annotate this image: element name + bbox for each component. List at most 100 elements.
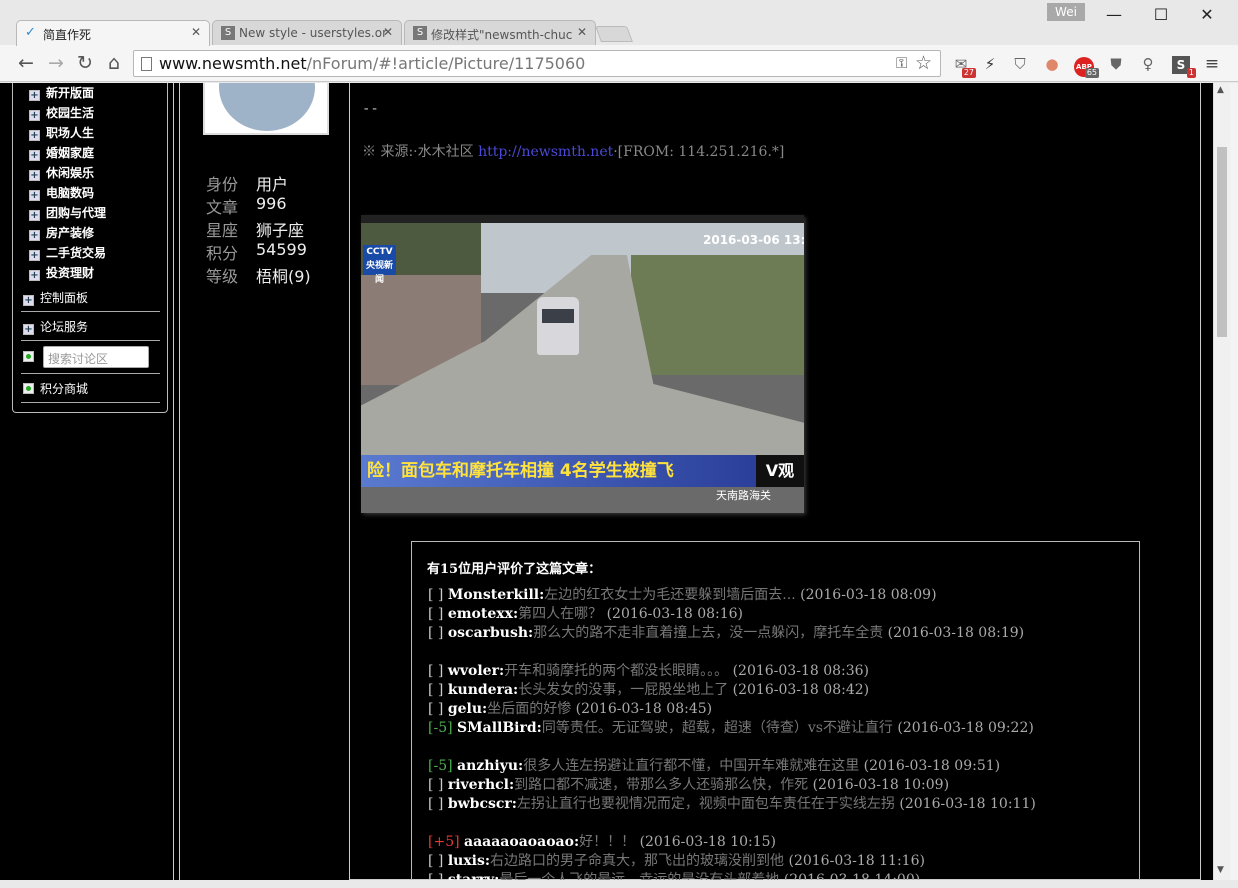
nav-item-label: 婚姻家庭 [46,146,95,160]
expand-plus-icon: + [29,130,40,141]
rating-score: [ ] [428,606,444,622]
rating-user[interactable]: kundera: [448,682,518,698]
nav-item[interactable]: + 电脑数码 [29,184,94,201]
minimize-button[interactable]: — [1100,4,1128,26]
nav-item[interactable]: + 婚姻家庭 [29,144,94,161]
url-text[interactable]: www.newsmth.net/nForum/#!article/Picture… [159,54,585,73]
nav-item-label: 团购与代理 [46,206,107,220]
privacy-icon[interactable]: ⛊ [1105,53,1127,75]
profile-value: 狮子座 [256,221,305,240]
home-icon[interactable]: ⌂ [103,52,125,74]
nav-item[interactable]: + 房产装修 [29,224,94,241]
scroll-up-arrow-icon[interactable]: ▲ [1217,85,1224,95]
tab-close-icon[interactable]: ✕ [383,25,393,39]
forward-arrow-icon[interactable]: → [45,52,67,74]
nav-item-label: 房产装修 [46,226,95,240]
van-windshield [542,309,574,323]
rating-text: 很多人连左拐避让直行都不懂，中国开车难就难在这里 [523,758,860,774]
badge-count: 65 [1084,68,1099,78]
nav-item[interactable]: + 新开版面 [29,84,94,101]
rating-text: 好！！！ [579,834,636,850]
image-status-bar [361,215,804,223]
nav-item[interactable]: + 校园生活 [29,104,94,121]
newsmth-favicon-icon: ✓ [25,25,36,40]
rating-score: [-5] [428,720,453,736]
address-bar[interactable]: www.newsmth.net/nForum/#!article/Picture… [133,50,941,77]
stylish-favicon-icon: S [413,26,427,40]
reload-icon[interactable]: ↻ [74,52,96,74]
article-image[interactable]: 2016-03-06 13:1 CCTV 央视新闻 险！面包车和摩托车相撞 4名… [361,215,804,513]
expand-plus-icon: + [23,324,34,335]
rating-user[interactable]: oscarbush: [448,625,533,641]
profile-value: 梧桐(9) [256,267,311,286]
rating-item: [ ] luxis:右边路口的男子命真大，那飞出的玻璃没削到他 (2016-03… [428,852,1128,871]
grammarly-icon[interactable]: ✉ 27 [950,53,976,78]
expand-plus-icon: + [29,270,40,281]
rating-user[interactable]: luxis: [448,853,490,869]
rating-user[interactable]: emotexx: [448,606,518,622]
source-suffix: ·[FROM: 114.251.216.*] [613,144,785,160]
user-avatar[interactable] [203,83,329,135]
rating-user[interactable]: riverhcl: [448,777,514,793]
nav-item-label: 投资理财 [46,266,95,280]
column-border [179,83,180,880]
circle-icon[interactable]: ● [1041,53,1063,75]
expand-plus-icon: + [29,190,40,201]
tab-title: New style - userstyles.or [239,26,388,40]
rating-user[interactable]: wvoler: [448,663,504,679]
maximize-button[interactable]: ☐ [1147,4,1175,26]
rating-user[interactable]: gelu: [448,701,487,717]
flash-icon[interactable]: ⚡ [979,53,1001,75]
rating-user[interactable]: Monsterkill: [448,587,544,603]
rating-user[interactable]: starry: [448,872,499,880]
rating-user[interactable]: bwbcscr: [448,796,517,812]
rating-time: (2016-03-18 10:15) [639,834,777,850]
nav-item-label: 休闲娱乐 [46,166,95,180]
scroll-down-arrow-icon[interactable]: ▼ [1217,865,1224,875]
profile-badge[interactable]: Wei [1047,3,1085,21]
back-arrow-icon[interactable]: ← [15,52,37,74]
profile-row-level: 等级 梧桐(9) [206,263,311,287]
shield-icon[interactable]: ⛉ [1009,53,1031,75]
cctv-logo: CCTV 央视新闻 [363,245,396,285]
nav-item[interactable]: + 职场人生 [29,124,94,141]
board-search-input[interactable]: 搜索讨论区 [43,346,149,368]
new-tab-button[interactable] [595,26,633,42]
bookmark-star-icon[interactable]: ☆ [915,52,932,74]
tab-close-icon[interactable]: ✕ [191,25,201,39]
adblock-icon[interactable]: ABP 65 [1073,53,1099,78]
nav-item[interactable]: + 投资理财 [29,264,94,281]
vertical-scrollbar[interactable]: ▲ ▼ [1213,83,1230,880]
nav-item-label: 电脑数码 [46,186,95,200]
nav-control-panel[interactable]: + 控制面板 [23,289,88,306]
nav-divider [21,311,160,312]
expand-plus-icon: + [29,110,40,121]
source-link[interactable]: http://newsmth.net [478,144,613,160]
rating-user[interactable]: SMallBird: [457,720,542,736]
tab-edit-style[interactable]: S 修改样式"newsmth-chuc ✕ [404,20,596,45]
rating-item: [-5] anzhiyu:很多人连左拐避让直行都不懂，中国开车难就难在这里 (2… [428,757,1128,776]
key-icon[interactable]: ⚿ [896,54,907,72]
expand-plus-icon: + [29,150,40,161]
nav-item[interactable]: + 团购与代理 [29,204,106,221]
video-caption: 险！面包车和摩托车相撞 4名学生被撞飞 [361,455,756,487]
stylish-icon[interactable]: S1 [1170,53,1196,78]
nav-item[interactable]: + 休闲娱乐 [29,164,94,181]
menu-icon[interactable]: ≡ [1201,53,1223,75]
nav-points-mall[interactable]: 积分商城 [23,380,88,397]
nav-forum-services[interactable]: + 论坛服务 [23,318,88,335]
rating-user[interactable]: anzhiyu: [457,758,523,774]
nav-item[interactable]: + 二手货交易 [29,244,106,261]
ratings-box: 有15位用户评价了这篇文章： [ ] Monsterkill:左边的红衣女士为毛… [411,541,1140,880]
tab-userstyles[interactable]: S New style - userstyles.or ✕ [212,20,402,45]
rating-user[interactable]: aaaaaoaoaoao: [464,834,579,850]
rating-item: [ ] starry:最后一个人飞的最远，幸运的是没有头部着地 (2016-03… [428,871,1128,880]
tab-close-icon[interactable]: ✕ [577,25,587,39]
pin-icon[interactable]: ♀ [1137,53,1159,75]
close-window-button[interactable]: ✕ [1193,4,1221,26]
scrollbar-thumb[interactable] [1217,147,1227,337]
rating-time: (2016-03-18 08:09) [800,587,937,603]
rating-time: (2016-03-18 08:19) [887,625,1025,641]
tab-article[interactable]: ✓ 简直作死 ✕ [16,20,210,46]
rating-time: (2016-03-18 08:36) [732,663,870,679]
